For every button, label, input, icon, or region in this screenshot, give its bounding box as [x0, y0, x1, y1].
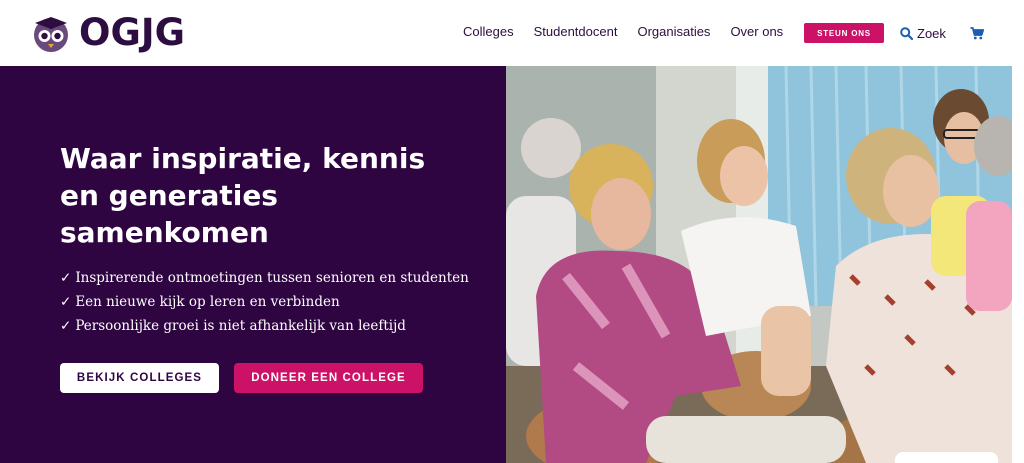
nav-organisaties[interactable]: Organisaties [637, 24, 710, 39]
benefit-text: Inspirerende ontmoetingen tussen seniore… [75, 270, 469, 286]
steun-ons-button[interactable]: STEUN ONS [804, 23, 884, 43]
hero: Waar inspiratie, kennis en generaties sa… [0, 66, 1024, 463]
check-icon: ✓ [60, 294, 72, 310]
benefits-list: ✓ Inspirerende ontmoetingen tussen senior… [60, 266, 469, 338]
search-button[interactable]: Zoek [900, 26, 946, 41]
hero-photo-illustration [506, 66, 1012, 463]
benefit-text: Persoonlijke groei is niet afhankelijk v… [75, 318, 406, 334]
check-icon: ✓ [60, 270, 72, 286]
logo[interactable]: OGJG [31, 13, 185, 53]
main-nav: Colleges Studentdocent Organisaties Over… [463, 24, 803, 39]
cart-button[interactable] [970, 27, 985, 45]
check-icon: ✓ [60, 318, 72, 334]
list-item: ✓ Persoonlijke groei is niet afhankelijk … [60, 314, 469, 338]
doneer-college-button[interactable]: DONEER EEN COLLEGE [234, 363, 423, 393]
hero-photo [506, 66, 1012, 463]
nav-over-ons[interactable]: Over ons [730, 24, 783, 39]
benefit-text: Een nieuwe kijk op leren en verbinden [75, 294, 340, 310]
search-icon [900, 27, 913, 40]
bekijk-colleges-button[interactable]: BEKIJK COLLEGES [60, 363, 219, 393]
hero-title: Waar inspiratie, kennis en generaties sa… [60, 142, 426, 249]
cart-icon [970, 27, 985, 40]
list-item: ✓ Een nieuwe kijk op leren en verbinden [60, 290, 469, 314]
owl-icon [34, 17, 68, 52]
search-label: Zoek [917, 26, 946, 41]
site-header: OGJG Colleges Studentdocent Organisaties… [0, 0, 1024, 66]
nav-studentdocent[interactable]: Studentdocent [534, 24, 618, 39]
floating-widget[interactable] [895, 452, 998, 463]
hero-panel: Waar inspiratie, kennis en generaties sa… [0, 66, 506, 463]
logo-text: OGJG [79, 11, 185, 54]
page-edge [1012, 66, 1024, 463]
list-item: ✓ Inspirerende ontmoetingen tussen senior… [60, 266, 469, 290]
nav-colleges[interactable]: Colleges [463, 24, 514, 39]
